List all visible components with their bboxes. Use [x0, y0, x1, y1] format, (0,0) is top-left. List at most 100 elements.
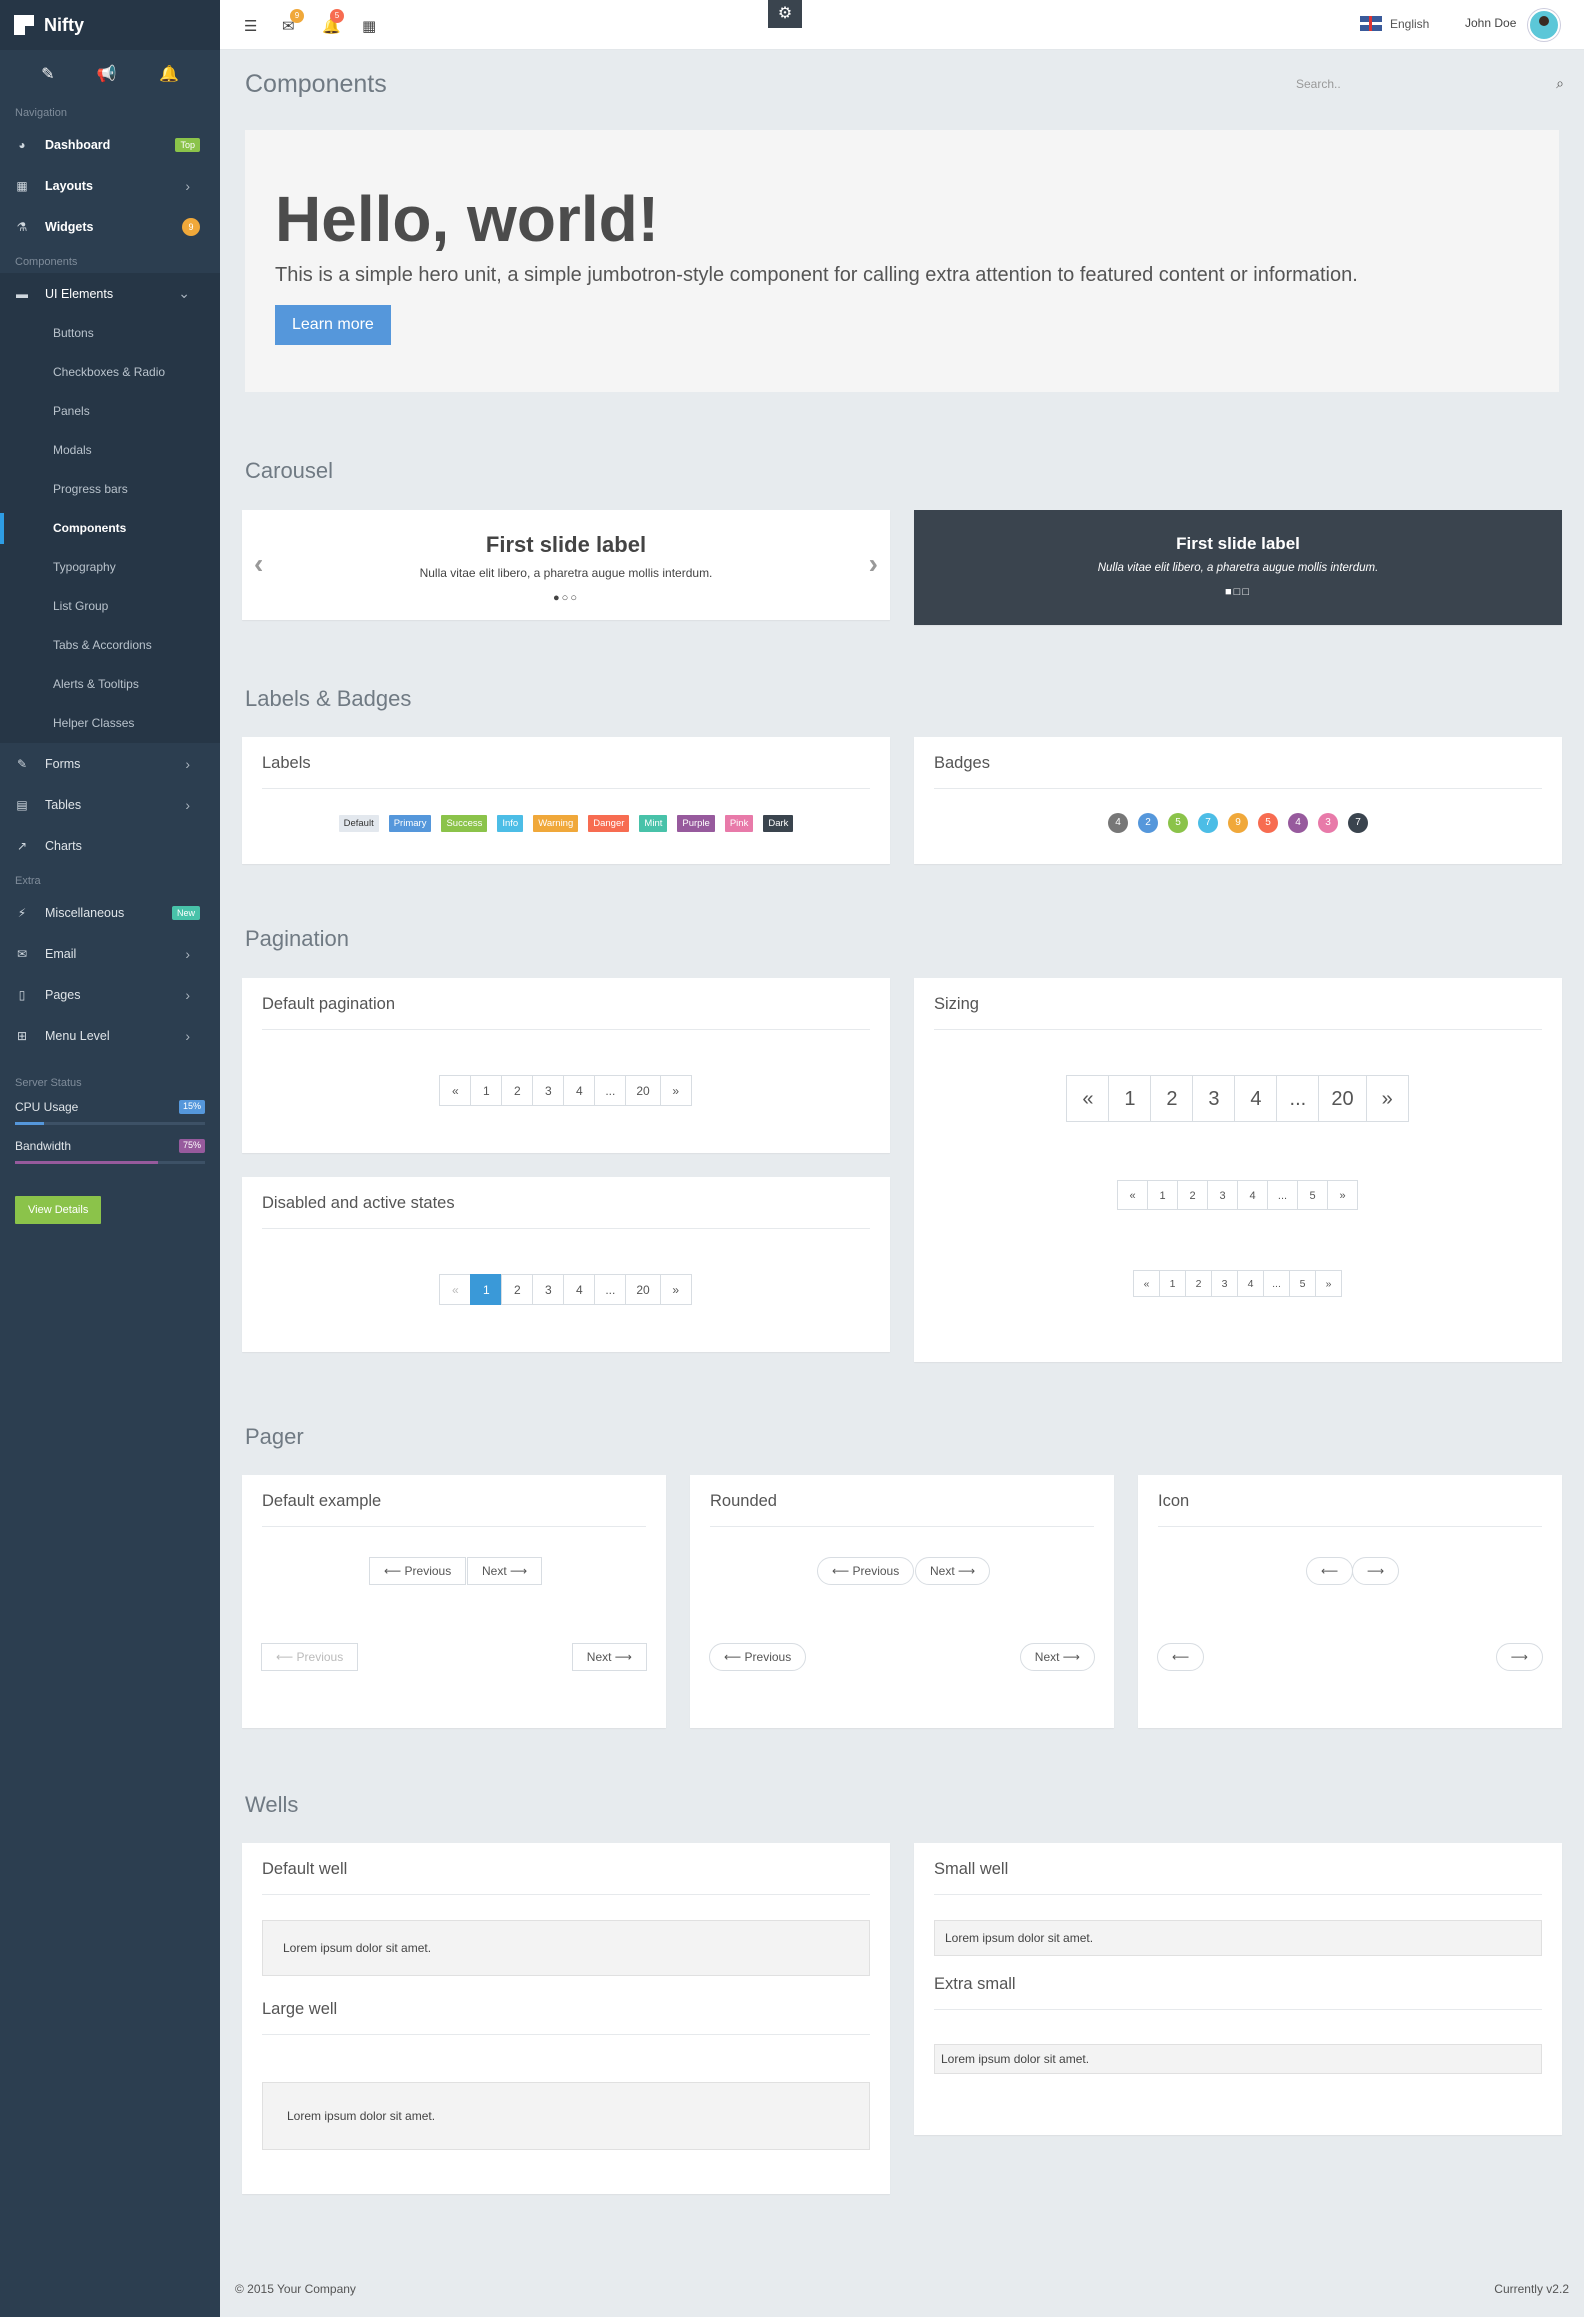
sidebar-item-layouts[interactable]: ▦ Layouts › — [0, 165, 220, 206]
sidebar-subitem[interactable]: Modals — [0, 431, 220, 470]
page-link[interactable]: ... — [1267, 1180, 1298, 1210]
sidebar-item-charts[interactable]: ↗ Charts — [0, 825, 220, 866]
page-link[interactable]: ... — [594, 1274, 627, 1305]
previous-button[interactable]: ⟵ Previous — [369, 1557, 467, 1585]
page-link[interactable]: 5 — [1289, 1270, 1316, 1297]
page-link[interactable]: ... — [1276, 1075, 1320, 1122]
pagination[interactable]: «1 2 3 4... 20» — [242, 1075, 890, 1106]
arrow-left-icon[interactable]: ⟵ — [1306, 1557, 1354, 1585]
sidebar-subitem[interactable]: Alerts & Tooltips — [0, 665, 220, 704]
sidebar-item-menu-level[interactable]: ⊞ Menu Level › — [0, 1015, 220, 1056]
previous-button-disabled[interactable]: ⟵ Previous — [261, 1643, 359, 1671]
sidebar-item-misc[interactable]: ⚡ Miscellaneous New — [0, 892, 220, 933]
page-link[interactable]: 4 — [563, 1075, 596, 1106]
page-link[interactable]: » — [1327, 1180, 1358, 1210]
sidebar-subitem-active[interactable]: Components — [0, 509, 220, 548]
next-button[interactable]: Next ⟶ — [915, 1557, 991, 1585]
avatar[interactable] — [1528, 9, 1560, 41]
next-button[interactable]: Next ⟶ — [467, 1557, 543, 1585]
page-link[interactable]: 2 — [1185, 1270, 1212, 1297]
search-icon[interactable]: ⌕ — [1556, 75, 1564, 92]
sidebar-item-tables[interactable]: ▤ Tables › — [0, 784, 220, 825]
page-link[interactable]: » — [659, 1274, 692, 1305]
pagination-small[interactable]: «1 2 3 4... 5» — [914, 1180, 1562, 1210]
sidebar-subitem[interactable]: List Group — [0, 587, 220, 626]
sidebar-item-dashboard[interactable]: ◕ Dashboard Top — [0, 124, 220, 165]
sidebar-item-forms[interactable]: ✎ Forms › — [0, 743, 220, 784]
hamburger-icon[interactable]: ☰ — [244, 17, 257, 35]
arrow-right-icon[interactable]: ⟶ — [1495, 1643, 1543, 1671]
sidebar-item-widgets[interactable]: ⚗ Widgets 9 — [0, 206, 220, 247]
envelope-icon[interactable]: ✉ 9 — [282, 9, 304, 35]
sidebar-item-ui-elements[interactable]: ▬ UI Elements ⌄ — [0, 273, 220, 314]
page-link[interactable]: 1 — [1147, 1180, 1178, 1210]
page-link[interactable]: 4 — [1237, 1180, 1268, 1210]
sidebar-subitem[interactable]: Typography — [0, 548, 220, 587]
sidebar-subitem[interactable]: Checkboxes & Radio — [0, 353, 220, 392]
arrow-left-icon[interactable]: ⟵ — [1157, 1643, 1205, 1671]
carousel-indicators[interactable]: ■□□ — [914, 586, 1562, 598]
page-link[interactable]: 1 — [1108, 1075, 1152, 1122]
page-link[interactable]: « — [1066, 1075, 1110, 1122]
page-link[interactable]: 20 — [625, 1274, 661, 1305]
sidebar-item-pages[interactable]: ▯ Pages › — [0, 974, 220, 1015]
carousel-indicators[interactable]: ●○○ — [242, 592, 890, 604]
page-link[interactable]: 2 — [501, 1075, 534, 1106]
pagination-large[interactable]: «1 2 3 4... 20» — [914, 1075, 1562, 1122]
sidebar-subitem[interactable]: Buttons — [0, 314, 220, 353]
bullhorn-icon[interactable]: 📢 — [97, 64, 117, 84]
page-link[interactable]: ... — [594, 1075, 627, 1106]
page-link[interactable]: « — [439, 1075, 472, 1106]
bell-icon[interactable]: 🔔 — [159, 64, 179, 84]
search-input[interactable]: Search.. ⌕ — [1296, 75, 1564, 92]
next-button[interactable]: Next ⟶ — [1019, 1643, 1095, 1671]
page-link[interactable]: 1 — [470, 1274, 503, 1305]
page-link[interactable]: 20 — [1318, 1075, 1367, 1122]
previous-button[interactable]: ⟵ Previous — [709, 1643, 807, 1671]
arrow-right-icon[interactable]: ⟶ — [1352, 1557, 1400, 1585]
sidebar-subitem[interactable]: Progress bars — [0, 470, 220, 509]
sidebar-item-email[interactable]: ✉ Email › — [0, 933, 220, 974]
page-link[interactable]: 3 — [1192, 1075, 1236, 1122]
page-link[interactable]: » — [1365, 1075, 1409, 1122]
page-link[interactable]: ... — [1263, 1270, 1290, 1297]
sidebar-subitem[interactable]: Helper Classes — [0, 704, 220, 743]
view-details-button[interactable]: View Details — [15, 1196, 102, 1224]
next-button[interactable]: Next ⟶ — [571, 1643, 647, 1671]
page-link[interactable]: « — [1117, 1180, 1148, 1210]
page-link[interactable]: 3 — [532, 1274, 565, 1305]
language-selector[interactable]: English — [1360, 16, 1429, 31]
page-link[interactable]: 2 — [1150, 1075, 1194, 1122]
page-link[interactable]: « — [439, 1274, 472, 1305]
page-link[interactable]: 5 — [1297, 1180, 1328, 1210]
magic-wand-icon[interactable]: ✎ — [41, 64, 54, 84]
pagination-xsmall[interactable]: «1 2 3 4... 5» — [914, 1270, 1562, 1297]
user-name[interactable]: John Doe — [1465, 16, 1516, 30]
chevron-right-icon[interactable]: › — [869, 548, 878, 580]
page-link[interactable]: 20 — [625, 1075, 661, 1106]
sidebar-subitem[interactable]: Panels — [0, 392, 220, 431]
page-link[interactable]: 2 — [501, 1274, 534, 1305]
gear-icon[interactable]: ⚙ — [768, 0, 802, 28]
grid-icon[interactable]: ▦ — [362, 17, 376, 35]
brand[interactable]: Nifty — [0, 0, 220, 50]
page-link[interactable]: 4 — [1234, 1075, 1278, 1122]
page-link[interactable]: 3 — [1211, 1270, 1238, 1297]
bandwidth-row: Bandwidth 75% — [15, 1139, 205, 1153]
page-link[interactable]: 3 — [532, 1075, 565, 1106]
learn-more-button[interactable]: Learn more — [275, 305, 391, 345]
page-link[interactable]: » — [1315, 1270, 1342, 1297]
page-link[interactable]: 1 — [1159, 1270, 1186, 1297]
page-link[interactable]: 2 — [1177, 1180, 1208, 1210]
page-link[interactable]: 3 — [1207, 1180, 1238, 1210]
sidebar-subitem[interactable]: Tabs & Accordions — [0, 626, 220, 665]
page-link[interactable]: 4 — [563, 1274, 596, 1305]
page-link[interactable]: » — [659, 1075, 692, 1106]
pagination[interactable]: «1 2 3 4... 20» — [242, 1274, 890, 1305]
chevron-left-icon[interactable]: ‹ — [254, 548, 263, 580]
bell-icon[interactable]: 🔔 5 — [322, 9, 344, 35]
page-link[interactable]: 1 — [470, 1075, 503, 1106]
page-link[interactable]: 4 — [1237, 1270, 1264, 1297]
page-link[interactable]: « — [1133, 1270, 1160, 1297]
previous-button[interactable]: ⟵ Previous — [817, 1557, 915, 1585]
